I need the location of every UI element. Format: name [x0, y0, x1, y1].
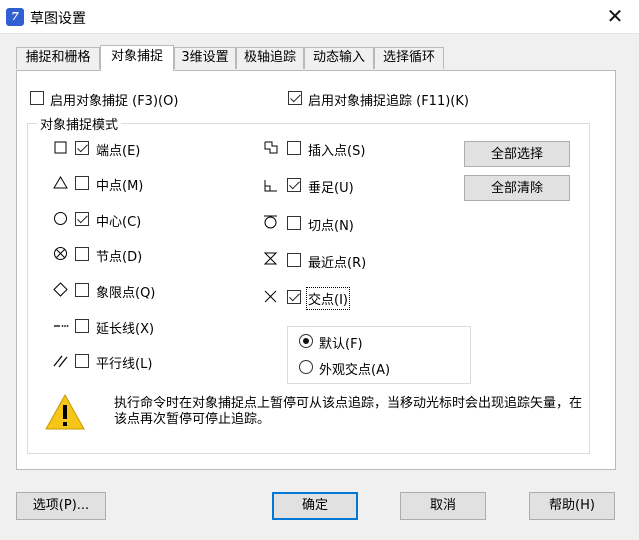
enable-snap-label: 启用对象捕捉 (F3)(O) — [50, 94, 179, 109]
diamond-quadrant-icon — [53, 282, 68, 297]
apparent-intersection-radio[interactable] — [299, 360, 313, 374]
window-title: 草图设置 — [30, 11, 86, 27]
snap-endpoint-checkbox[interactable] — [75, 141, 89, 155]
default-radio[interactable] — [299, 334, 313, 348]
enable-tracking-checkbox[interactable] — [288, 91, 302, 105]
app-logo-icon: 7 — [6, 8, 24, 26]
snap-center-checkbox[interactable] — [75, 212, 89, 226]
tab-3d-settings[interactable]: 3维设置 — [174, 47, 236, 69]
snap-midpoint-checkbox[interactable] — [75, 176, 89, 190]
triangle-midpoint-icon — [53, 176, 68, 189]
select-all-button[interactable]: 全部选择 — [464, 141, 570, 167]
ok-button[interactable]: 确定 — [272, 492, 358, 520]
title-bar: 7 草图设置 ✕ — [0, 0, 639, 34]
options-button[interactable]: 选项(P)... — [16, 492, 106, 520]
nearest-icon — [263, 252, 278, 265]
snap-nearest-label: 最近点(R) — [308, 256, 367, 271]
tab-selection-cycling[interactable]: 选择循环 — [374, 47, 444, 69]
perpendicular-icon — [264, 180, 277, 192]
snap-center-label: 中心(C) — [96, 215, 142, 230]
clear-all-button[interactable]: 全部清除 — [464, 175, 570, 201]
square-endpoint-icon — [54, 141, 67, 154]
default-radio-label: 默认(F) — [319, 337, 363, 352]
snap-intersection-label: 交点(I) — [306, 287, 350, 310]
snap-tangent-label: 切点(N) — [308, 219, 354, 234]
snap-nearest-checkbox[interactable] — [287, 253, 301, 267]
tab-object-snap[interactable]: 对象捕捉 — [100, 45, 174, 71]
snap-quadrant-checkbox[interactable] — [75, 283, 89, 297]
snap-quadrant-label: 象限点(Q) — [96, 286, 156, 301]
node-icon — [54, 247, 67, 260]
snap-tangent-checkbox[interactable] — [287, 216, 301, 230]
circle-center-icon — [54, 212, 67, 225]
snap-insertion-checkbox[interactable] — [287, 141, 301, 155]
tab-snap-grid[interactable]: 捕捉和栅格 — [16, 47, 100, 69]
snap-node-checkbox[interactable] — [75, 247, 89, 261]
snap-endpoint-label: 端点(E) — [96, 144, 141, 159]
insertion-icon — [264, 141, 278, 154]
extension-icon — [54, 325, 69, 327]
snap-perpendicular-checkbox[interactable] — [287, 178, 301, 192]
snap-extension-checkbox[interactable] — [75, 319, 89, 333]
snap-extension-label: 延长线(X) — [96, 322, 155, 337]
snap-intersection-checkbox[interactable] — [287, 290, 301, 304]
tab-polar-tracking[interactable]: 极轴追踪 — [236, 47, 304, 69]
snap-node-label: 节点(D) — [96, 250, 143, 265]
snap-parallel-label: 平行线(L) — [96, 357, 153, 372]
snap-parallel-checkbox[interactable] — [75, 354, 89, 368]
snap-insertion-label: 插入点(S) — [308, 144, 366, 159]
snap-modes-title: 对象捕捉模式 — [37, 114, 122, 133]
info-message: 执行命令时在对象捕捉点上暂停可从该点追踪，当移动光标时会出现追踪矢量，在该点再次… — [114, 396, 583, 427]
apparent-intersection-label: 外观交点(A) — [319, 363, 391, 378]
help-button[interactable]: 帮助(H) — [529, 492, 615, 520]
enable-tracking-label: 启用对象捕捉追踪 (F11)(K) — [308, 94, 469, 109]
snap-perpendicular-label: 垂足(U) — [308, 181, 354, 196]
close-icon[interactable]: ✕ — [605, 4, 625, 28]
tab-dynamic-input[interactable]: 动态输入 — [304, 47, 374, 69]
snap-midpoint-label: 中点(M) — [96, 179, 144, 194]
cancel-button[interactable]: 取消 — [400, 492, 486, 520]
warning-icon — [45, 393, 85, 430]
enable-snap-checkbox[interactable] — [30, 91, 44, 105]
tangent-icon — [264, 215, 277, 229]
intersection-icon — [264, 290, 277, 303]
parallel-icon — [53, 355, 68, 368]
